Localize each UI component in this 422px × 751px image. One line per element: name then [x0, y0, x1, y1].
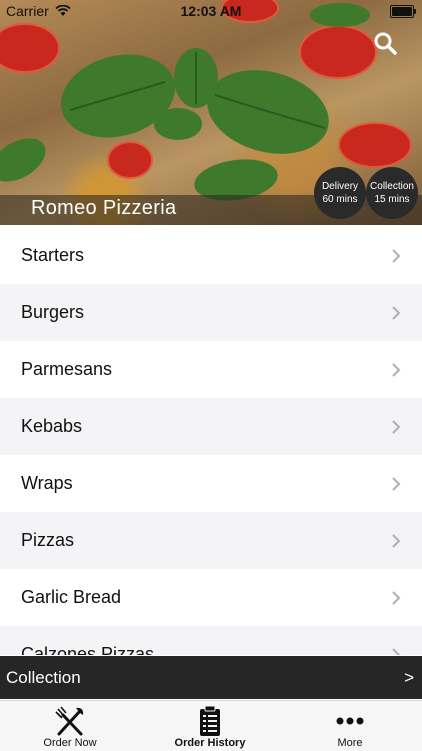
chevron-right-icon — [392, 533, 401, 548]
category-label: Parmesans — [21, 359, 113, 379]
delivery-badge: Delivery 60 mins — [314, 167, 366, 219]
delivery-time: 60 mins — [322, 194, 358, 205]
chevron-right-icon — [392, 476, 401, 491]
collection-time: 15 mins — [374, 194, 410, 205]
battery-icon — [390, 5, 416, 18]
fork-knife-icon — [55, 706, 84, 736]
order-type-label: Collection — [6, 668, 81, 687]
tab-label: Order History — [174, 737, 246, 749]
delivery-label: Delivery — [321, 181, 359, 192]
search-button[interactable] — [372, 30, 400, 58]
status-bar: Carrier 12:03 AM — [0, 0, 422, 22]
category-row-burgers[interactable]: Burgers — [0, 284, 422, 341]
category-label: Garlic Bread — [21, 587, 122, 607]
tab-order-now[interactable]: Order Now — [0, 701, 140, 751]
order-type-arrow: > — [404, 668, 414, 687]
collection-badge: Collection 15 mins — [366, 167, 418, 219]
category-label: Kebabs — [21, 416, 83, 436]
status-time: 12:03 AM — [180, 3, 242, 19]
collection-label: Collection — [370, 181, 414, 192]
search-icon — [374, 32, 397, 55]
chevron-right-icon — [392, 305, 401, 320]
tab-bar: Order Now Order History More — [0, 700, 422, 751]
more-dots-icon — [336, 717, 364, 725]
chevron-right-icon — [392, 647, 401, 655]
category-label: Burgers — [21, 302, 85, 322]
category-row-kebabs[interactable]: Kebabs — [0, 398, 422, 455]
category-row-parmesans[interactable]: Parmesans — [0, 341, 422, 398]
category-list[interactable]: Starters Burgers Parmesans Kebabs Wraps … — [0, 227, 422, 655]
tab-order-history[interactable]: Order History — [140, 701, 280, 751]
chevron-right-icon — [392, 419, 401, 434]
chevron-right-icon — [392, 248, 401, 263]
restaurant-name: Romeo Pizzeria — [31, 197, 177, 219]
category-label: Wraps — [21, 473, 73, 493]
chevron-right-icon — [392, 590, 401, 605]
category-row-starters[interactable]: Starters — [0, 227, 422, 284]
tab-more[interactable]: More — [280, 701, 420, 751]
hero-image: Carrier 12:03 AM Romeo Pizzeria Delivery… — [0, 0, 422, 225]
category-label: Calzones Pizzas — [21, 644, 155, 655]
category-row-calzones-pizzas[interactable]: Calzones Pizzas — [0, 626, 422, 655]
tab-label: Order Now — [43, 737, 97, 749]
category-row-wraps[interactable]: Wraps — [0, 455, 422, 512]
clipboard-icon — [200, 705, 220, 736]
category-label: Starters — [21, 245, 85, 265]
order-type-bar[interactable]: Collection > — [0, 656, 422, 699]
category-label: Pizzas — [21, 530, 75, 550]
chevron-right-icon — [392, 362, 401, 377]
category-row-garlic-bread[interactable]: Garlic Bread — [0, 569, 422, 626]
tab-label: More — [337, 737, 363, 749]
category-row-pizzas[interactable]: Pizzas — [0, 512, 422, 569]
